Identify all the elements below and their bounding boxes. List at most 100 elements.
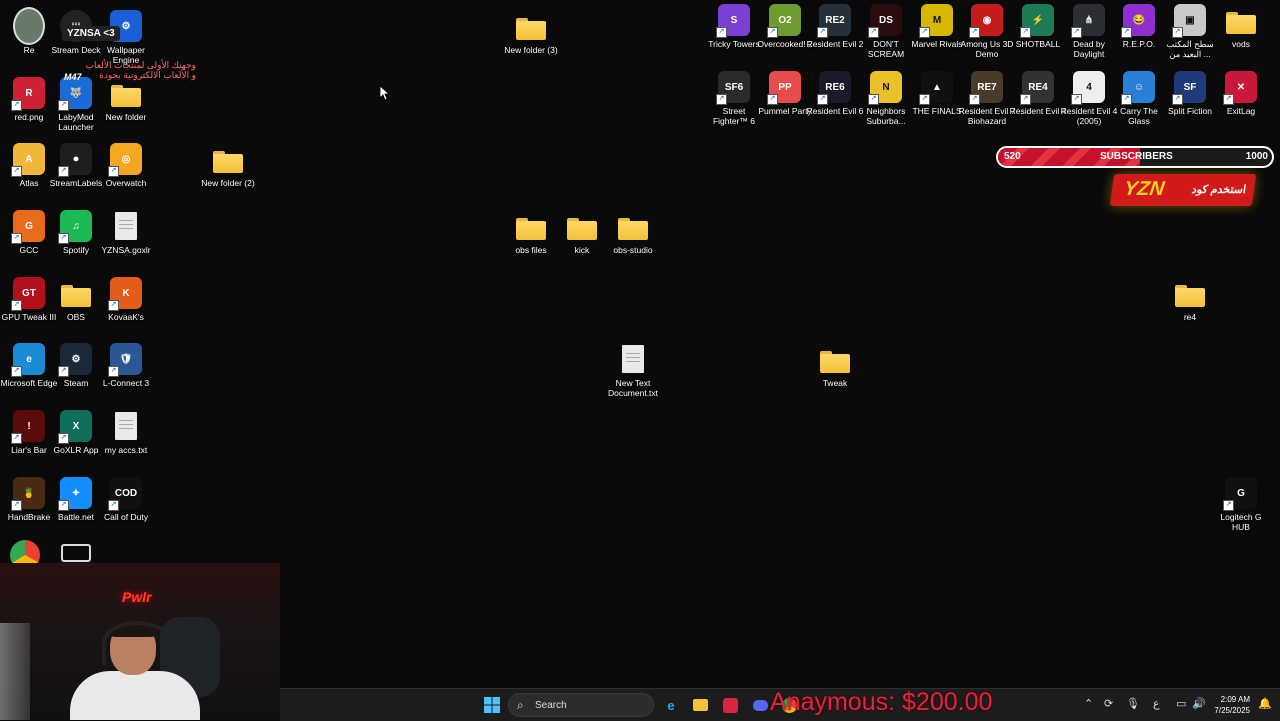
desktop-icon-split-fiction[interactable]: SF ↗ Split Fiction [1161,67,1219,116]
windows-logo-icon [484,697,500,713]
folder-icon [819,343,851,375]
taskbar-edge[interactable]: e [661,695,681,715]
desktop-icon-vods[interactable]: vods [1212,0,1270,49]
logitech-g-hub-icon: G ↗ [1223,477,1257,511]
overcooked-2-icon: O2 ↗ [767,4,801,38]
desktop-icon-street-fighter-6[interactable]: SF6 ↗ Street Fighter™ 6 [705,67,763,126]
desktop-icon-label: New folder [105,112,147,122]
marvel-rivals-icon: M ↗ [919,4,953,38]
call-of-duty-icon: COD ↗ [108,477,142,511]
document-icon [110,210,142,242]
desktop-icon-label: L-Connect 3 [102,378,150,388]
desktop-icon-re4[interactable]: re4 [1161,273,1219,322]
tray-network-icon[interactable]: ▭ [1176,697,1186,710]
desktop-icon-label: Tweak [822,378,848,388]
desktop-icon-shotball[interactable]: ⚡ ↗ SHOTBALL [1009,0,1067,49]
tray-volume-icon[interactable]: 🔊 [1192,697,1206,710]
desktop-icon-label: Split Fiction [1168,106,1212,116]
desktop-icon-resident-evil-2[interactable]: RE2 ↗ Resident Evil 2 [806,0,864,49]
carry-the-glass-icon: ☺ ↗ [1121,71,1155,105]
tray-mic-icon[interactable]: 🎙 [1126,697,1140,710]
desktop-icon-carry-the-glass[interactable]: ☺ ↗ Carry The Glass [1110,67,1168,126]
shortcut-arrow-icon: ↗ [1172,27,1183,38]
taskbar-app-red[interactable] [720,695,740,715]
streamer-shirt [70,671,200,720]
gcc-icon: G ↗ [11,210,45,244]
handbrake-icon: 🍍 ↗ [11,477,45,511]
taskbar-search[interactable]: ⌕ Search [508,693,654,717]
desktop-icon-kovaak-s[interactable]: K ↗ KovaaK's [97,273,155,322]
desktop-icon-obs-files[interactable]: obs files [502,206,560,255]
desktop-icon-my-accs-txt[interactable]: my accs.txt [97,406,155,455]
shortcut-arrow-icon: ↗ [58,233,69,244]
taskbar-clock[interactable]: 2:09 AM 7/25/2025 [1214,694,1250,716]
desktop-icon-label: Logitech G HUB [1220,512,1262,532]
among-us-3d-demo-icon: ◉ ↗ [969,4,1003,38]
desktop-icon-label: Street Fighter™ 6 [712,106,756,126]
desktop-icon-label: Call of Duty [104,512,148,522]
desktop-icon-item[interactable]: ▣ ↗ سطح المكتب البعيد من ... [1161,0,1219,59]
shortcut-arrow-icon: ↗ [11,433,22,444]
folder-icon [515,210,547,242]
microsoft-edge-icon: e ↗ [11,343,45,377]
desktop-icon-label: Overwatch [105,178,147,188]
shortcut-arrow-icon: ↗ [108,166,119,177]
shortcut-arrow-icon: ↗ [716,94,727,105]
desktop-icon-overwatch[interactable]: ◎ ↗ Overwatch [97,139,155,188]
desktop-icon-new-folder-2[interactable]: New folder (2) [199,139,257,188]
battle-net-icon: ✦ ↗ [58,477,92,511]
desktop-icon-among-us-3d-demo[interactable]: ◉ ↗ Among Us 3D Demo [958,0,1016,59]
shortcut-arrow-icon: ↗ [58,366,69,377]
shortcut-arrow-icon: ↗ [108,300,119,311]
mouse-cursor-icon [380,86,390,100]
m47-badge: M47 [64,72,82,82]
shortcut-arrow-icon: ↗ [11,233,22,244]
tray-sync-icon[interactable]: ⟳ [1104,697,1113,710]
start-button[interactable] [482,695,502,715]
desktop-icon-new-text-document-txt[interactable]: New Text Document.txt [604,339,662,398]
desktop-icon-neighbors-suburba[interactable]: N ↗ Neighbors Suburba... [857,67,915,126]
desktop-icon-tricky-towers[interactable]: S ↗ Tricky Towers [705,0,763,49]
desktop-icon-exitlag[interactable]: ✕ ↗ ExitLag [1212,67,1270,116]
desktop-icon-yznsa-goxlr[interactable]: YZNSA.goxlr [97,206,155,255]
atlas-icon: A ↗ [11,143,45,177]
tray-language[interactable]: ع [1153,697,1160,710]
taskbar-file-explorer[interactable] [690,695,710,715]
desktop-icon-label: KovaaK's [108,312,144,322]
clock-time: 2:09 AM [1220,695,1250,704]
shortcut-arrow-icon: ↗ [1121,27,1132,38]
kick-app-icon[interactable] [61,544,91,562]
tricky-towers-icon: S ↗ [716,4,750,38]
resident-evil-7-biohazard-icon: RE7 ↗ [969,71,1003,105]
item-icon: ▣ ↗ [1172,4,1206,38]
desktop-icon-new-folder-3[interactable]: New folder (3) [502,6,560,55]
desktop-icon-call-of-duty[interactable]: COD ↗ Call of Duty [97,473,155,522]
exitlag-icon: ✕ ↗ [1223,71,1257,105]
desktop-icon-r-e-p-o[interactable]: 😂 ↗ R.E.P.O. [1110,0,1168,49]
search-placeholder: Search [535,700,567,711]
resident-evil-4-2005-icon: 4 ↗ [1071,71,1105,105]
folder-icon [515,10,547,42]
r-e-p-o-icon: 😂 ↗ [1121,4,1155,38]
clock-date: 7/25/2025 [1214,706,1250,715]
desktop-icon-resident-evil-6[interactable]: RE6 ↗ Resident Evil 6 [806,67,864,116]
taskbar-discord[interactable] [750,695,770,715]
liar-s-bar-icon: ! ↗ [11,410,45,444]
desktop-icon-obs-studio[interactable]: obs-studio [604,206,662,255]
desktop-icon-resident-evil-7-biohazard[interactable]: RE7 ↗ Resident Evil 7 Biohazard [958,67,1016,126]
desktop-icon-tweak[interactable]: Tweak [806,339,864,388]
desktop-icon-label: YZNSA.goxlr [101,245,151,255]
notification-bell-icon[interactable]: 🔔 [1258,697,1272,710]
promo-word: استخدم كود [1191,184,1247,196]
desktop-icon-l-connect-3[interactable]: 🛡 ↗ L-Connect 3 [97,339,155,388]
document-icon [617,343,649,375]
resident-evil-4-icon: RE4 ↗ [1020,71,1054,105]
desktop-icon-resident-evil-4[interactable]: RE4 ↗ Resident Evil 4 [1009,67,1067,116]
tray-overflow-icon[interactable]: ⌃ [1084,697,1093,710]
desktop-icon-label: obs-studio [613,245,653,255]
desktop-icon-logitech-g-hub[interactable]: G ↗ Logitech G HUB [1212,473,1270,532]
folder-icon [617,210,649,242]
desktop-icon-kick[interactable]: kick [553,206,611,255]
desktop-icon-don-t-scream[interactable]: DS ↗ DON'T SCREAM [857,0,915,59]
folder-icon [1174,277,1206,309]
